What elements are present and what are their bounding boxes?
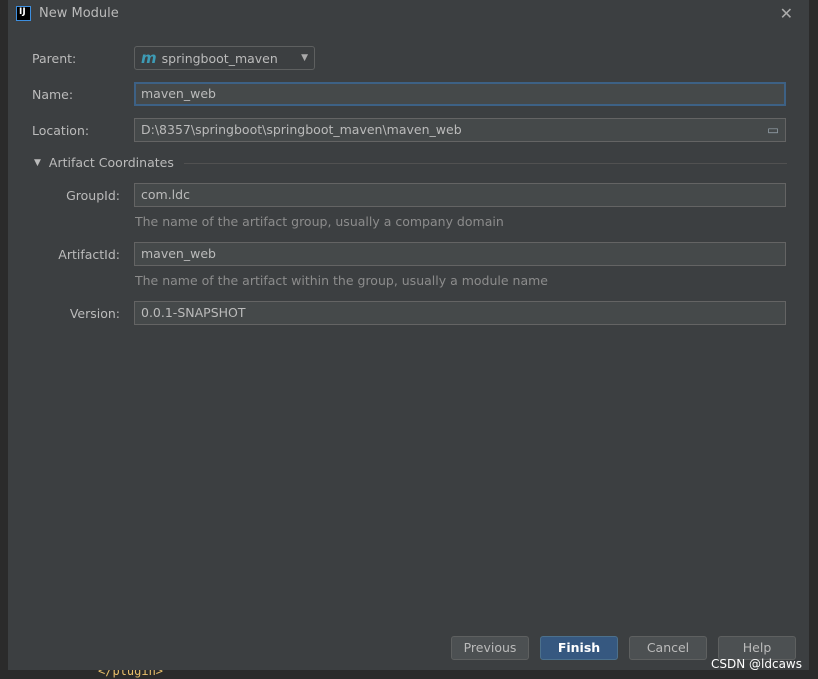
location-input[interactable]: D:\8357\springboot\springboot_maven\mave…	[134, 118, 786, 142]
parent-dropdown[interactable]: m springboot_maven ▼	[134, 46, 315, 70]
parent-label: Parent:	[32, 51, 77, 66]
location-label: Location:	[32, 123, 90, 138]
maven-module-icon: m	[141, 49, 157, 67]
artifactid-label: ArtifactId:	[58, 247, 120, 262]
parent-value: springboot_maven	[161, 50, 278, 66]
watermark: CSDN @ldcaws	[711, 657, 802, 671]
intellij-logo-icon: IJ	[16, 6, 31, 21]
name-input[interactable]: maven_web	[134, 82, 786, 106]
new-module-dialog: IJ New Module ✕ Parent: m springboot_mav…	[8, 0, 810, 670]
artifact-coordinates-toggle[interactable]: ▼ Artifact Coordinates	[34, 155, 174, 170]
close-icon[interactable]: ✕	[780, 4, 793, 23]
groupid-hint: The name of the artifact group, usually …	[135, 214, 504, 229]
location-value: D:\8357\springboot\springboot_maven\mave…	[141, 122, 462, 137]
chevron-down-icon: ▼	[301, 53, 308, 63]
title-bar: IJ New Module	[16, 6, 119, 21]
cancel-button[interactable]: Cancel	[629, 636, 707, 660]
dialog-title: New Module	[39, 6, 119, 21]
artifact-section-title: Artifact Coordinates	[48, 155, 174, 170]
folder-icon[interactable]: ▭	[767, 119, 779, 141]
groupid-input[interactable]: com.ldc	[134, 183, 786, 207]
groupid-label: GroupId:	[66, 188, 120, 203]
collapse-triangle-icon: ▼	[34, 157, 41, 168]
version-label: Version:	[69, 306, 120, 321]
artifactid-input[interactable]: maven_web	[134, 242, 786, 266]
artifactid-hint: The name of the artifact within the grou…	[135, 273, 548, 288]
finish-button[interactable]: Finish	[540, 636, 618, 660]
name-label: Name:	[32, 87, 74, 102]
previous-button[interactable]: Previous	[451, 636, 529, 660]
version-input[interactable]: 0.0.1-SNAPSHOT	[134, 301, 786, 325]
section-divider	[184, 163, 787, 164]
